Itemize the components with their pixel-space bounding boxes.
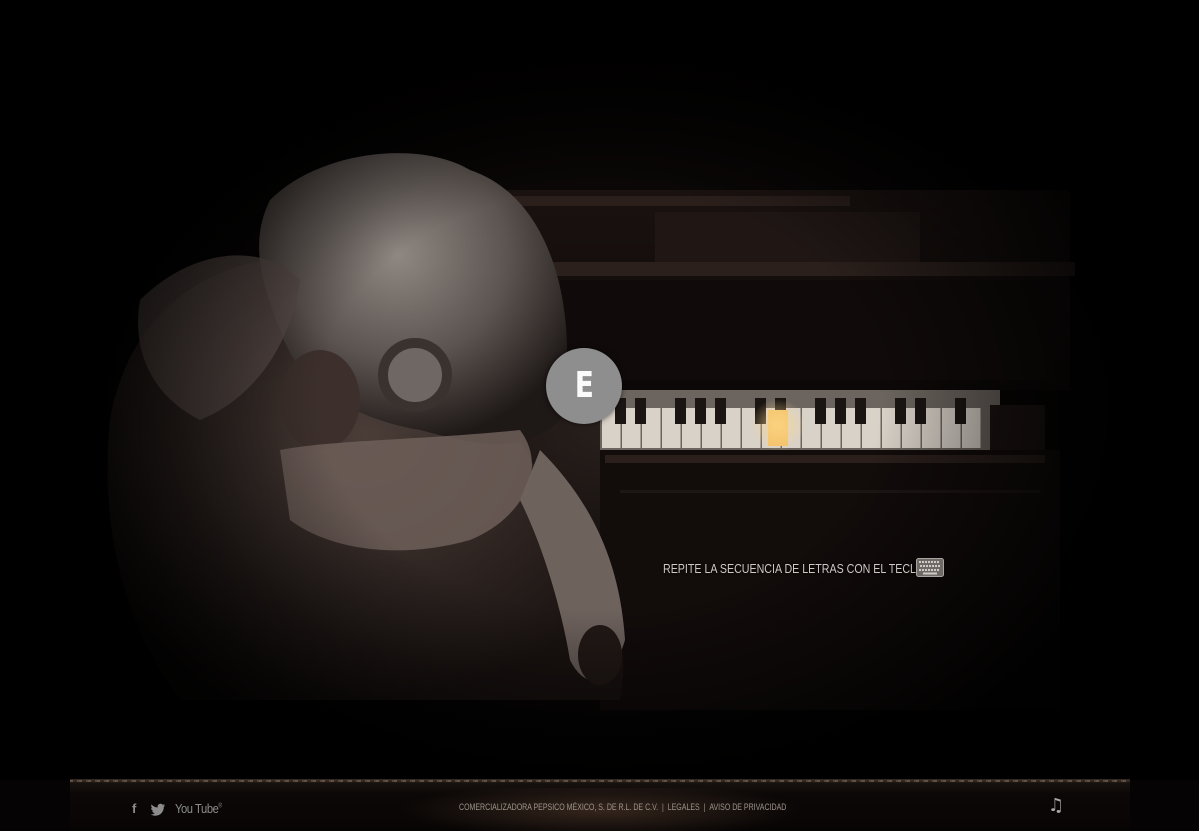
black-key [675,398,686,424]
legales-link[interactable]: LEGALES [668,802,700,812]
separator: | [703,802,706,812]
black-key [815,398,826,424]
black-key [895,398,906,424]
youtube-label: You Tube [175,801,219,816]
piano-lower-body [600,450,1060,710]
instruction: REPITE LA SECUENCIA DE LETRAS CON EL TEC… [663,558,1000,577]
separator: | [661,802,664,812]
privacy-link[interactable]: AVISO DE PRIVACIDAD [709,802,786,812]
black-key [955,398,966,424]
facebook-icon[interactable]: f [132,801,136,816]
black-key [835,398,846,424]
prompt-letter: E [574,365,594,406]
keyboard-icon [916,558,944,577]
black-key [915,398,926,424]
piano-panel [560,280,1050,380]
black-key [715,398,726,424]
piano-music-stand [655,212,920,264]
music-toggle-icon[interactable]: ♫ [1048,797,1064,815]
page: E REPITE LA SECUENCIA DE LETRAS CON EL T… [0,0,1199,831]
black-key [635,398,646,424]
letter-prompt-circle: E [546,348,622,424]
black-key [695,398,706,424]
piano-fallboard [545,262,1075,276]
youtube-link[interactable]: You Tube® [175,801,222,816]
girl-hand [578,625,622,685]
instruction-text: REPITE LA SECUENCIA DE LETRAS CON EL TEC… [663,561,940,576]
piano-lid-edge [490,196,850,206]
legal-links: COMERCIALIZADORA PEPSICO MÉXICO, S. DE R… [459,802,786,812]
girl-face [280,350,360,450]
black-key [855,398,866,424]
company-name: COMERCIALIZADORA PEPSICO MÉXICO, S. DE R… [459,802,659,812]
twitter-icon[interactable] [150,803,166,817]
piano-keyboard [600,390,1045,451]
girl-hair-curl [378,338,452,412]
